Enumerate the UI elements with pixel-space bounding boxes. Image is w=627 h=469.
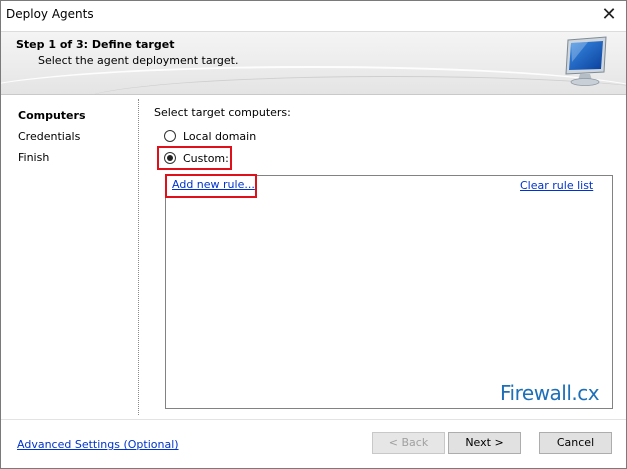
select-targets-label: Select target computers: [154,106,291,119]
window-title: Deploy Agents [6,7,94,21]
nav-item-computers[interactable]: Computers [18,109,86,130]
radio-button-checked[interactable] [164,152,176,164]
advanced-settings-link[interactable]: Advanced Settings (Optional) [17,438,179,451]
radio-label: Local domain [183,129,257,143]
next-button[interactable]: Next > [448,432,521,454]
add-new-rule-link[interactable]: Add new rule... [172,178,255,191]
rules-list-box[interactable] [165,175,613,409]
back-button[interactable]: < Back [372,432,445,454]
clear-rule-list-link[interactable]: Clear rule list [520,179,593,192]
deploy-agents-window: Deploy Agents ✕ Step 1 of 3: Define targ… [0,0,627,469]
wizard-header: Step 1 of 3: Define target Select the ag… [1,31,626,95]
radio-local-domain[interactable]: Local domain [164,128,256,144]
nav-item-finish[interactable]: Finish [18,151,86,172]
firewall-cx-logo: Firewall.cx [500,381,600,405]
nav-item-credentials[interactable]: Credentials [18,130,86,151]
logo-text: Firewall.cx [500,381,600,405]
wizard-steps-nav: Computers Credentials Finish [18,109,86,172]
radio-label: Custom: [183,151,229,165]
title-bar: Deploy Agents ✕ [1,1,626,30]
monitor-icon [565,36,607,86]
nav-divider [138,99,139,415]
radio-button[interactable] [164,130,176,142]
cancel-button[interactable]: Cancel [539,432,612,454]
close-icon[interactable]: ✕ [592,1,626,30]
step-title: Step 1 of 3: Define target [16,38,175,51]
footer-divider [1,419,626,420]
radio-custom[interactable]: Custom: [164,150,229,166]
step-subtitle: Select the agent deployment target. [38,54,239,67]
